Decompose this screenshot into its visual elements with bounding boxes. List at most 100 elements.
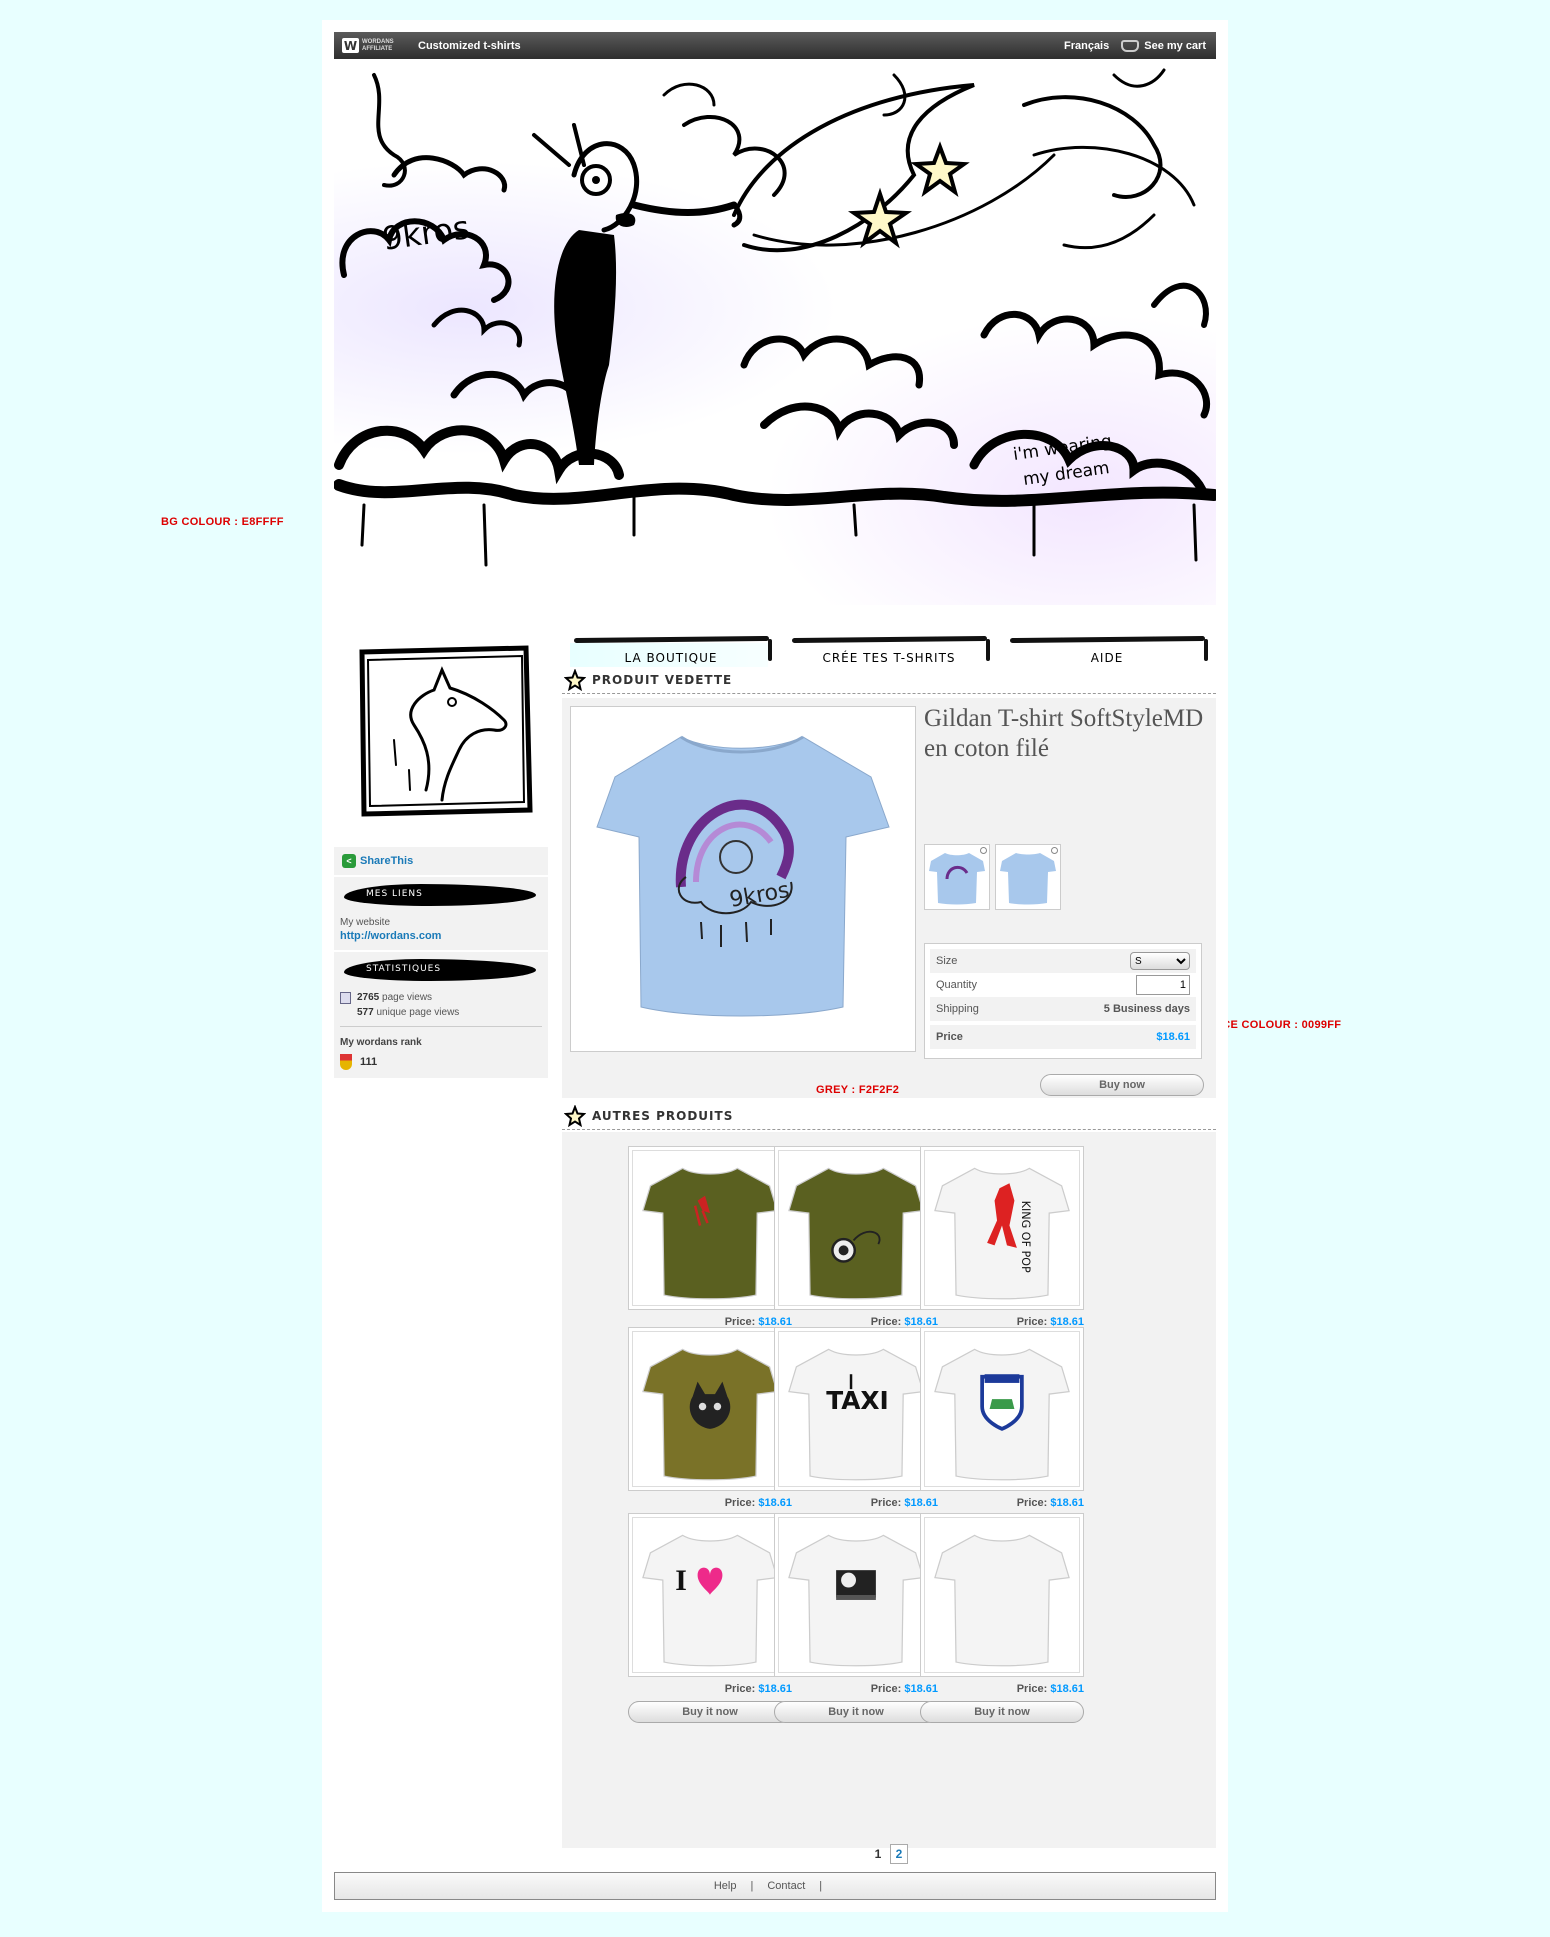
product-image[interactable]: I [628,1513,792,1677]
nav-item-boutique[interactable]: LA BOUTIQUE [562,617,780,667]
shipping-row: Shipping 5 Business days [930,997,1196,1021]
page-link[interactable]: 1 [870,1845,887,1863]
product-image[interactable] [774,1513,938,1677]
grey-annotation: GREY : F2F2F2 [816,1084,900,1096]
svg-text:TAXI: TAXI [826,1386,889,1415]
nav-item-label: LA BOUTIQUE [624,651,718,665]
thumbnail-back[interactable] [995,844,1061,910]
language-link[interactable]: Français [1064,40,1109,52]
page-container: W WORDANS AFFILIATE Customized t-shirts … [322,20,1228,1912]
nav-item-create[interactable]: CRÉE TES T-SHRITS [780,617,998,667]
thumbnail-front[interactable] [924,844,990,910]
tshirt-icon [934,1348,1070,1481]
size-select[interactable]: S [1130,952,1190,970]
product-price: Price: $18.61 [1016,1497,1084,1509]
svg-text:KING OF POP: KING OF POP [1019,1201,1032,1273]
left-sidebar: < ShareThis MES LIENS My website http://… [334,640,548,1078]
site-title[interactable]: Customized t-shirts [418,40,521,52]
wordans-logo[interactable]: W WORDANS AFFILIATE [342,38,402,53]
page-link-current[interactable]: 2 [889,1844,909,1864]
rank-label: My wordans rank [340,1037,422,1048]
product-image[interactable] [920,1327,1084,1491]
tshirt-icon [642,1167,778,1300]
tshirt-icon: KING OF POP [934,1167,1070,1300]
product-card[interactable]: TAXIPrice: $18.61Buy it now [774,1327,938,1537]
cart-icon[interactable] [1121,39,1140,52]
banner-illustration: 9kros i'm wearing my dream [334,65,1216,605]
shipping-value: 5 Business days [1103,1003,1190,1015]
tshirt-icon: TAXI [788,1348,924,1481]
buy-it-now-button[interactable]: Buy it now [628,1701,792,1723]
tshirt-image: 9kros [596,735,890,1017]
product-card[interactable]: Price: $18.61Buy it now [628,1327,792,1537]
footer: Help | Contact | [334,1872,1216,1900]
stats-heading: STATISTIQUES [344,956,542,984]
share-icon: < [342,854,356,868]
wordans-logo-icon: W [342,38,359,53]
svg-text:I: I [675,1564,687,1597]
tshirt-icon [788,1167,924,1300]
product-image[interactable]: KING OF POP [920,1146,1084,1310]
featured-heading: PRODUIT VEDETTE [562,666,1216,694]
nav-item-label: AIDE [1090,651,1124,665]
zoom-icon [1051,847,1058,854]
other-products: Price: $18.61 Buy it now Price: $18.61 Buy … [562,1132,1216,1864]
bg-colour-annotation: BG COLOUR : E8FFFF [161,516,284,528]
product-image[interactable] [774,1146,938,1310]
price-row: Price $18.61 [930,1025,1196,1049]
product-card[interactable]: Price: $18.61Buy it now [628,1146,792,1356]
page-views-count: 2765 [357,992,380,1003]
others-heading: AUTRES PRODUITS [562,1102,1216,1130]
product-card[interactable]: Price: $18.61Buy it now [774,1146,938,1356]
links-heading: MES LIENS [344,881,542,909]
cart-link[interactable]: See my cart [1144,40,1206,52]
product-price: Price: $18.61 [870,1683,938,1695]
product-card[interactable]: Price: $18.61 Buy it now [774,1513,938,1723]
nav-item-label: CRÉE TES T-SHRITS [822,651,956,665]
product-card[interactable]: Price: $18.61 Buy it now [920,1513,1084,1723]
medal-icon [340,1054,352,1070]
product-card[interactable]: Price: $18.61Buy it now [920,1327,1084,1537]
product-card[interactable]: KING OF POPPrice: $18.61Buy it now [920,1146,1084,1356]
product-image[interactable] [920,1513,1084,1677]
product-image[interactable] [628,1146,792,1310]
logo-text: WORDANS AFFILIATE [362,38,394,52]
product-image[interactable] [628,1327,792,1491]
tshirt-icon: I [642,1534,778,1667]
size-row: Size S [930,949,1196,973]
website-link[interactable]: http://wordans.com [340,930,542,942]
tshirt-icon [934,1534,1070,1667]
links-block: MES LIENS My website http://wordans.com [334,877,548,950]
buy-now-button[interactable]: Buy now [1040,1074,1204,1096]
main-nav: LA BOUTIQUE CRÉE TES T-SHRITS AIDE [562,617,1216,667]
share-this-button[interactable]: < ShareThis [334,847,548,875]
footer-contact-link[interactable]: Contact [767,1880,805,1892]
product-price: Price: $18.61 [724,1683,792,1695]
horse-sketch-icon [359,645,533,817]
featured-heading-label: PRODUIT VEDETTE [592,672,733,687]
featured-thumbnails [924,844,1066,910]
website-label: My website [340,917,391,928]
price-value: $18.61 [1156,1031,1190,1043]
quantity-input[interactable] [1136,975,1190,995]
product-price: Price: $18.61 [724,1497,792,1509]
featured-product-image[interactable]: 9kros [570,706,916,1052]
product-image[interactable]: TAXI [774,1327,938,1491]
product-price: Price: $18.61 [1016,1683,1084,1695]
stats-values: 2765 page views 577 unique page views [340,990,542,1020]
buy-it-now-button[interactable]: Buy it now [920,1701,1084,1723]
product-card[interactable]: I Price: $18.61 Buy it now [628,1513,792,1723]
product-price-value: $18.61 [1050,1683,1084,1695]
avatar [354,640,534,820]
banner-signature: 9kros [380,208,472,258]
product-options: Size S Quantity Shipping 5 Business days… [924,943,1202,1059]
others-heading-label: AUTRES PRODUITS [592,1108,734,1123]
share-label: ShareThis [360,855,414,867]
buy-it-now-button[interactable]: Buy it now [774,1701,938,1723]
featured-product: 9kros Gildan T-shirt SoftStyleMD en coto… [562,698,1216,1098]
nav-item-aide[interactable]: AIDE [998,617,1216,667]
top-bar: W WORDANS AFFILIATE Customized t-shirts … [334,32,1216,59]
star-icon [564,668,586,691]
stats-block: STATISTIQUES 2765 page views 577 unique … [334,952,548,1078]
footer-help-link[interactable]: Help [714,1880,737,1892]
